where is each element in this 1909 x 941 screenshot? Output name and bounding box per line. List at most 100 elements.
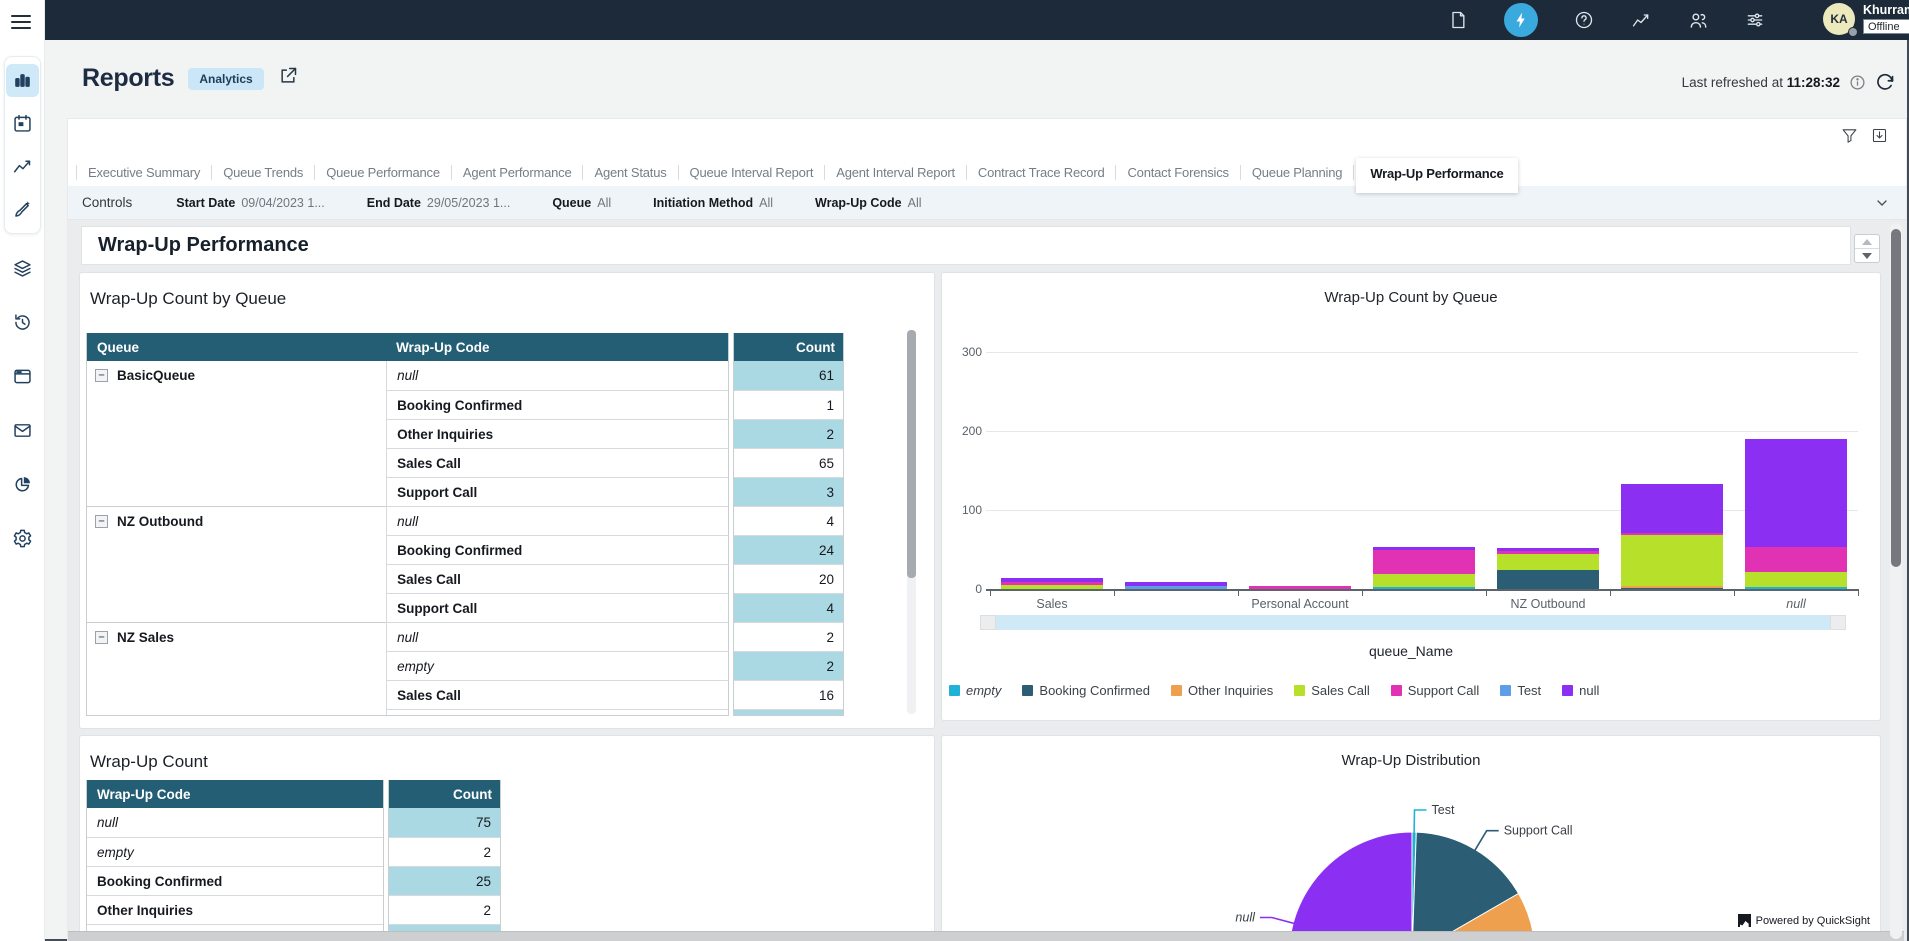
menu-icon[interactable] <box>11 15 31 29</box>
bar-segment-sales-call[interactable] <box>1001 585 1103 589</box>
count-cell[interactable]: 75 <box>389 808 500 837</box>
help-icon[interactable] <box>1573 9 1595 31</box>
count-cell[interactable]: 4 <box>734 506 843 535</box>
count-cell[interactable]: 3 <box>734 477 843 506</box>
chart-horizontal-scrollbar[interactable] <box>980 615 1846 630</box>
wrapup-code-cell[interactable]: Booking Confirmed <box>87 866 383 895</box>
bar-segment-sales-call[interactable] <box>1373 574 1475 587</box>
table-row[interactable]: Other Inquiries <box>87 895 383 924</box>
scrollbar-thumb[interactable] <box>1891 229 1901 567</box>
legend-item-null[interactable]: null <box>1562 683 1599 698</box>
bar-segment-empty[interactable] <box>1745 587 1847 589</box>
sidebar-item-analytics[interactable] <box>6 468 39 501</box>
table-row[interactable]: Sales Call <box>87 680 728 709</box>
count-cell[interactable]: 2 <box>389 837 500 866</box>
column-header-count[interactable]: Count <box>734 340 843 355</box>
bar-segment-null[interactable] <box>1745 439 1847 547</box>
column-header-count[interactable]: Count <box>389 787 500 802</box>
collapse-group-button[interactable]: – <box>95 631 108 644</box>
agents-icon[interactable] <box>1687 9 1709 31</box>
sidebar-item-trends[interactable] <box>6 150 39 183</box>
tab-agent-status[interactable]: Agent Status <box>585 159 675 186</box>
metrics-icon[interactable] <box>1630 9 1652 31</box>
wrapup-code-cell[interactable]: Sales Call <box>386 564 728 593</box>
tab-agent-interval-report[interactable]: Agent Interval Report <box>827 159 964 186</box>
wrapup-code-cell[interactable]: Support Call <box>386 477 728 506</box>
bar-segment-sales-call[interactable] <box>1621 535 1723 586</box>
legend-item-sales-call[interactable]: Sales Call <box>1294 683 1370 698</box>
wrapup-code-cell[interactable]: empty <box>87 837 383 866</box>
tab-contact-forensics[interactable]: Contact Forensics <box>1118 159 1237 186</box>
step-up-button[interactable] <box>1855 235 1879 249</box>
column-header-wrapup-code[interactable]: Wrap-Up Code <box>87 787 383 802</box>
avatar[interactable]: KA <box>1823 3 1855 35</box>
horizontal-scrollbar-track[interactable] <box>68 931 1904 941</box>
bar-segment-support-call[interactable] <box>1249 586 1351 589</box>
count-cell[interactable]: 65 <box>734 448 843 477</box>
bar-segment-booking-confirmed[interactable] <box>1621 588 1723 589</box>
bar-segment-sales-call[interactable] <box>1745 572 1847 588</box>
legend-item-empty[interactable]: empty <box>949 683 1001 698</box>
tab-executive-summary[interactable]: Executive Summary <box>79 159 209 186</box>
count-cell[interactable]: 1 <box>734 390 843 419</box>
count-cell[interactable]: 20 <box>734 564 843 593</box>
count-cell[interactable]: 2 <box>734 622 843 651</box>
control-start-date[interactable]: Start Date 09/04/2023 1... <box>176 196 324 210</box>
sidebar-item-settings[interactable] <box>6 522 39 555</box>
wrapup-code-cell[interactable]: Booking Confirmed <box>386 390 728 419</box>
wrapup-code-cell[interactable]: empty <box>386 651 728 680</box>
count-cell[interactable]: 2 <box>734 419 843 448</box>
vertical-scrollbar[interactable] <box>1890 223 1902 939</box>
collapse-group-button[interactable]: – <box>95 369 108 382</box>
step-down-button[interactable] <box>1855 249 1879 262</box>
wrapup-code-cell[interactable]: Sales Call <box>386 448 728 477</box>
sidebar-item-reports[interactable] <box>6 64 39 97</box>
sidebar-item-windows[interactable] <box>6 360 39 393</box>
tab-queue-planning[interactable]: Queue Planning <box>1243 159 1351 186</box>
sidebar-item-layers[interactable] <box>6 252 39 285</box>
table-row[interactable]: Booking Confirmed <box>87 535 728 564</box>
control-queue[interactable]: Queue All <box>552 196 611 210</box>
legend-item-test[interactable]: Test <box>1500 683 1541 698</box>
sidebar-item-history[interactable] <box>6 306 39 339</box>
tab-queue-performance[interactable]: Queue Performance <box>317 159 449 186</box>
bar-segment-test[interactable] <box>1125 586 1227 589</box>
table-row[interactable]: –NZ Outbound null <box>87 506 728 535</box>
wrapup-code-cell[interactable]: Support Call <box>386 593 728 622</box>
table-scrollbar[interactable] <box>907 330 916 714</box>
filter-icon[interactable] <box>1841 127 1858 144</box>
legend-item-booking-confirmed[interactable]: Booking Confirmed <box>1022 683 1150 698</box>
count-cell[interactable]: 61 <box>734 361 843 390</box>
tab-agent-performance[interactable]: Agent Performance <box>454 159 581 186</box>
table-row[interactable]: –NZ Sales null <box>87 622 728 651</box>
table-row[interactable]: null <box>87 808 383 837</box>
count-cell[interactable]: 16 <box>734 680 843 709</box>
bar-segment-sales-call[interactable] <box>1497 554 1599 570</box>
bar-segment-empty[interactable] <box>1373 587 1475 589</box>
table-row[interactable]: empty <box>87 651 728 680</box>
count-cell[interactable]: 25 <box>389 866 500 895</box>
sliders-icon[interactable] <box>1744 9 1766 31</box>
control-wrap-up-code[interactable]: Wrap-Up Code All <box>815 196 921 210</box>
wrapup-code-cell[interactable]: Sales Call <box>386 680 728 709</box>
export-download-icon[interactable] <box>1871 127 1888 144</box>
scrollbar-thumb[interactable] <box>907 330 916 578</box>
table-row[interactable]: Other Inquiries <box>87 419 728 448</box>
count-cell[interactable]: 4 <box>734 593 843 622</box>
tab-contract-trace-record[interactable]: Contract Trace Record <box>969 159 1114 186</box>
column-header-wrapup-code[interactable]: Wrap-Up Code <box>386 340 728 355</box>
wrapup-code-cell[interactable]: Booking Confirmed <box>386 535 728 564</box>
sidebar-item-mail[interactable] <box>6 414 39 447</box>
count-cell[interactable]: 24 <box>734 535 843 564</box>
wrapup-code-cell[interactable]: Other Inquiries <box>386 419 728 448</box>
scroll-right-button[interactable] <box>1830 615 1846 630</box>
tab-queue-trends[interactable]: Queue Trends <box>214 159 312 186</box>
table-row[interactable]: –BasicQueue null <box>87 361 728 390</box>
control-end-date[interactable]: End Date 29/05/2023 1... <box>367 196 511 210</box>
info-icon[interactable] <box>1849 74 1866 91</box>
collapse-group-button[interactable]: – <box>95 515 108 528</box>
table-row[interactable]: Support Call <box>87 477 728 506</box>
scrollbar-track[interactable] <box>996 615 1830 630</box>
wrapup-code-cell[interactable]: null <box>386 506 728 535</box>
wrapup-code-cell[interactable]: null <box>386 361 728 390</box>
